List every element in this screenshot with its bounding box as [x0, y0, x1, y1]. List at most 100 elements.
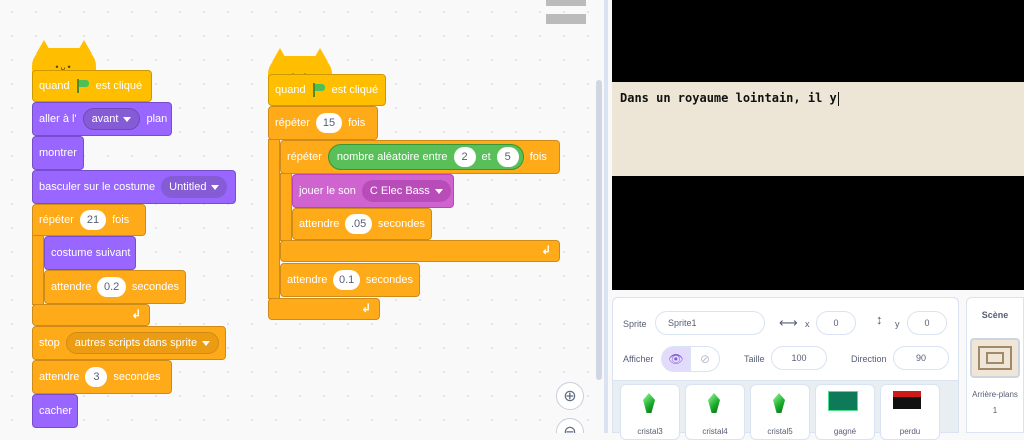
code-area[interactable]: •ᴗ• quand est cliqué aller à l' avant pl…	[0, 0, 605, 433]
sprite-name-input[interactable]: Sprite1	[655, 311, 765, 335]
random-to-input[interactable]: 5	[496, 147, 519, 167]
wait-suffix: secondes	[377, 218, 425, 230]
random-and: et	[481, 151, 491, 163]
green-flag-icon	[76, 79, 90, 93]
hide-block[interactable]: cacher	[32, 394, 78, 428]
wait-label: attendre	[51, 281, 92, 293]
y-arrows-icon: ↕	[876, 312, 883, 327]
stage-typed-text: Dans un royaume lointain, il y	[620, 91, 840, 106]
chevron-down-icon	[434, 188, 443, 194]
inner-repeat-label: répéter	[287, 151, 322, 163]
x-input[interactable]: 0	[816, 311, 856, 335]
hat-suffix: est cliqué	[95, 80, 143, 92]
stop-value: autres scripts dans sprite	[74, 337, 198, 349]
chevron-down-icon	[123, 116, 132, 122]
random-from-input[interactable]: 2	[453, 147, 476, 167]
when-flag-clicked-block-2[interactable]: quand est cliqué	[268, 74, 386, 106]
win-thumbnail-icon	[828, 391, 858, 411]
sprite-tile-name: cristal4	[702, 427, 728, 436]
wait-suffix: secondes	[365, 274, 413, 286]
lose-thumbnail-icon	[893, 391, 921, 409]
wait-input-2[interactable]: 3	[85, 367, 108, 387]
sprite-info-panel: Sprite Sprite1 ⟷ x 0 ↕ y 0 Afficher 👁 ⊘ …	[612, 297, 959, 381]
sprite-tile[interactable]: cristal3	[620, 384, 680, 440]
hat-label: quand	[39, 80, 70, 92]
wait-input-4[interactable]: 0.1	[333, 270, 360, 290]
wait-label: attendre	[287, 274, 328, 286]
repeat-block[interactable]: répéter 21 fois	[32, 204, 146, 236]
x-arrows-icon: ⟷	[779, 315, 798, 330]
inner-repeat-arm	[280, 173, 292, 241]
show-label: montrer	[39, 147, 77, 159]
block-fragment	[546, 0, 586, 6]
y-label: y	[895, 319, 900, 329]
show-visible-toggle[interactable]: 👁	[661, 346, 691, 372]
sound-dropdown[interactable]: C Elec Bass	[361, 180, 451, 202]
repeat-block-2[interactable]: répéter 15 fois	[268, 106, 378, 140]
y-input[interactable]: 0	[907, 311, 947, 335]
crystal-icon	[643, 393, 655, 413]
direction-label: Direction	[851, 354, 887, 364]
backdrops-count: 1	[992, 406, 998, 415]
wait-input[interactable]: 0.2	[97, 277, 126, 297]
loop-arrow-icon: ↲	[540, 243, 551, 257]
play-label: jouer le son	[299, 185, 356, 197]
text-cursor	[837, 91, 840, 106]
sprite-tile-name: cristal5	[767, 427, 793, 436]
block-fragment	[546, 14, 586, 24]
stop-block[interactable]: stop autres scripts dans sprite	[32, 326, 226, 360]
chevron-down-icon	[202, 340, 211, 346]
wait-block[interactable]: attendre 0.2 secondes	[44, 270, 186, 304]
repeat-label: répéter	[39, 214, 74, 226]
size-label: Taille	[744, 354, 765, 364]
repeat-count-input[interactable]: 21	[79, 210, 107, 230]
crystal-icon	[708, 393, 720, 413]
hide-label: cacher	[39, 405, 73, 417]
when-flag-clicked-block[interactable]: quand est cliqué	[32, 70, 152, 102]
wait-input-3[interactable]: .05	[345, 214, 372, 234]
sprite-label: Sprite	[623, 319, 647, 329]
layer-dropdown[interactable]: avant	[82, 108, 141, 130]
repeat-random-block[interactable]: répéter nombre aléatoire entre 2 et 5 fo…	[280, 140, 560, 174]
repeat-bottom: ↲	[32, 304, 150, 326]
repeat-count-input[interactable]: 15	[315, 113, 343, 133]
wait-block-2[interactable]: attendre 3 secondes	[32, 360, 172, 394]
random-operator-block[interactable]: nombre aléatoire entre 2 et 5	[327, 144, 524, 170]
stage-panel-title: Scène	[981, 310, 1009, 320]
next-costume-block[interactable]: costume suivant	[44, 236, 136, 270]
code-scrollbar[interactable]	[596, 80, 602, 380]
go-to-layer-block[interactable]: aller à l' avant plan	[32, 102, 172, 136]
backdrops-label: Arrière-plans	[972, 390, 1018, 399]
wait-block-4[interactable]: attendre 0.1 secondes	[280, 263, 420, 297]
zoom-out-button[interactable]: ⊖	[556, 418, 584, 433]
backdrop-thumbnail-icon[interactable]	[970, 338, 1020, 378]
zoom-in-button[interactable]: ⊕	[556, 382, 584, 410]
wait-suffix: secondes	[113, 371, 161, 383]
loop-arrow-icon: ↲	[130, 307, 141, 321]
layer-value: avant	[91, 113, 119, 125]
stop-dropdown[interactable]: autres scripts dans sprite	[65, 332, 220, 354]
chevron-down-icon	[211, 184, 220, 190]
play-sound-block[interactable]: jouer le son C Elec Bass	[292, 174, 454, 208]
switch-costume-label: basculer sur le costume	[39, 181, 156, 193]
sprite-tile[interactable]: perdu	[880, 384, 940, 440]
repeat-arm	[268, 139, 280, 299]
sprite-tile[interactable]: cristal4	[685, 384, 745, 440]
loop-arrow-icon: ↲	[360, 301, 371, 315]
sprite-tile-name: cristal3	[637, 427, 663, 436]
direction-input[interactable]: 90	[893, 346, 949, 370]
inner-repeat-suffix: fois	[529, 151, 547, 163]
size-input[interactable]: 100	[771, 346, 827, 370]
hat-label: quand	[275, 84, 306, 96]
hide-visible-toggle[interactable]: ⊘	[690, 346, 720, 372]
costume-dropdown[interactable]: Untitled	[161, 176, 228, 198]
switch-costume-block[interactable]: basculer sur le costume Untitled	[32, 170, 236, 204]
wait-block-3[interactable]: attendre .05 secondes	[292, 208, 432, 240]
sound-value: C Elec Bass	[369, 185, 430, 197]
x-label: x	[805, 319, 810, 329]
sprite-tile[interactable]: cristal5	[750, 384, 810, 440]
show-block[interactable]: montrer	[32, 136, 84, 170]
hat-suffix: est cliqué	[331, 84, 379, 96]
repeat-bottom: ↲	[268, 298, 380, 320]
sprite-tile[interactable]: gagné	[815, 384, 875, 440]
